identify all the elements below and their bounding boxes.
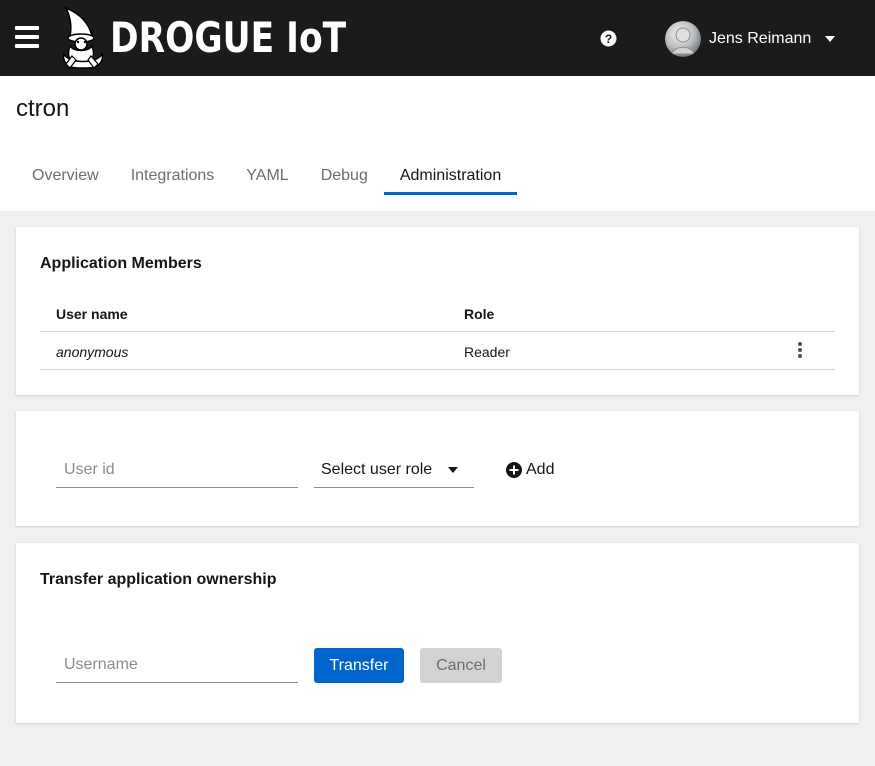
tab-yaml[interactable]: YAML [230, 160, 304, 196]
member-user-name: anonymous [56, 344, 129, 360]
add-member-card: Select user role Add [16, 411, 859, 526]
tab-administration[interactable]: Administration [383, 160, 518, 196]
cancel-button[interactable]: Cancel [420, 648, 502, 683]
hamburger-menu-icon[interactable] [15, 26, 39, 48]
transfer-card: Transfer application ownership Transfer … [16, 543, 859, 723]
user-name: Jens Reimann [709, 30, 812, 47]
role-select[interactable]: Select user role [314, 452, 474, 488]
table-header-row: User name Role [40, 295, 835, 332]
tab-overview[interactable]: Overview [16, 160, 115, 196]
add-label: Add [526, 461, 555, 478]
plus-circle-icon [506, 462, 522, 478]
help-icon[interactable]: ? [600, 30, 617, 47]
transfer-title: Transfer application ownership [40, 571, 277, 588]
page-header: ctron Overview Integrations YAML Debug A… [0, 76, 875, 211]
members-title: Application Members [40, 255, 202, 272]
member-role: Reader [464, 344, 510, 360]
members-table: User name Role anonymous Reader [40, 295, 835, 370]
avatar [665, 21, 701, 57]
caret-down-icon [448, 467, 458, 473]
members-card: Application Members User name Role anony… [16, 227, 859, 395]
logo-text: DROGUE IoT [110, 13, 347, 62]
tab-bar: Overview Integrations YAML Debug Adminis… [16, 160, 518, 196]
column-header-user-name: User name [56, 306, 128, 322]
masthead: DROGUE IoT ? Jens Reimann [0, 0, 875, 76]
page-title: ctron [16, 95, 70, 122]
svg-text:?: ? [605, 32, 612, 46]
table-row: anonymous Reader [40, 332, 835, 370]
add-member-button[interactable]: Add [506, 452, 566, 488]
transfer-button[interactable]: Transfer [314, 648, 404, 683]
user-id-input[interactable] [56, 452, 298, 488]
tab-integrations[interactable]: Integrations [115, 160, 231, 196]
kebab-icon[interactable] [796, 342, 804, 360]
gnome-logo-icon [62, 6, 104, 69]
user-menu-toggle[interactable]: Jens Reimann [665, 21, 845, 57]
caret-down-icon [825, 36, 835, 42]
username-input[interactable] [56, 647, 298, 683]
role-select-label: Select user role [321, 461, 433, 478]
tab-debug[interactable]: Debug [305, 160, 384, 196]
column-header-role: Role [464, 306, 495, 322]
